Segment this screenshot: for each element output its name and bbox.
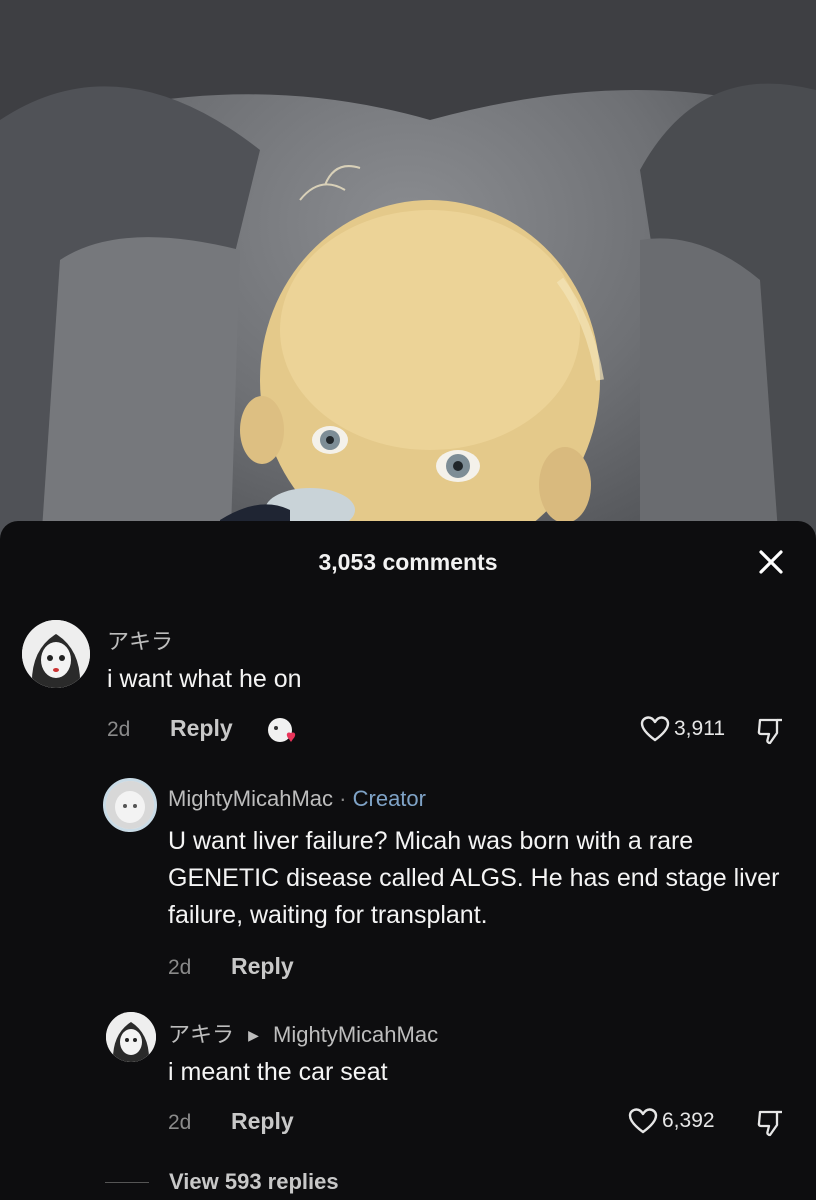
creator-badge: Creator: [352, 786, 426, 811]
comment-username-line: アキラ ▶ MightyMicahMac: [168, 1017, 438, 1049]
heart-outline-icon: [640, 716, 670, 742]
video-background: [0, 0, 816, 560]
reply-button[interactable]: Reply: [170, 715, 233, 742]
close-button[interactable]: [756, 547, 786, 577]
close-icon: [759, 550, 783, 574]
comment-age: 2d: [107, 718, 131, 741]
reply-button[interactable]: Reply: [231, 1108, 294, 1135]
anime-avatar-icon: [22, 620, 90, 688]
like-button[interactable]: 3,911: [640, 715, 725, 743]
reply-button[interactable]: Reply: [231, 953, 294, 980]
view-replies-button[interactable]: View 593 replies: [105, 1169, 339, 1195]
view-replies-label: View 593 replies: [169, 1169, 339, 1194]
anime-avatar-icon: [106, 1012, 156, 1062]
avatar[interactable]: [22, 620, 90, 688]
heart-outline-icon: [628, 1108, 658, 1134]
comment-count: 3,053 comments: [318, 549, 498, 575]
comment-age: 2d: [168, 1111, 192, 1134]
creator-avatar[interactable]: [103, 778, 157, 832]
comment-text: i meant the car seat: [168, 1058, 388, 1086]
comments-sheet: 3,053 comments アキラ i want what he on 2d …: [0, 521, 816, 1200]
comment-username[interactable]: MightyMicahMac: [168, 786, 333, 811]
divider-line: [105, 1181, 149, 1183]
avatar[interactable]: [106, 1012, 156, 1062]
comments-header: 3,053 comments: [0, 521, 816, 601]
thumbs-down-icon: [757, 718, 782, 745]
comment-text: U want liver failure? Micah was born wit…: [168, 827, 780, 929]
like-count: 6,392: [662, 1109, 715, 1132]
separator-dot: ·: [339, 786, 347, 811]
comment-username[interactable]: アキラ: [107, 624, 173, 656]
like-button[interactable]: 6,392: [628, 1107, 715, 1135]
reply-to-username[interactable]: MightyMicahMac: [273, 1022, 438, 1047]
comment-text: i want what he on: [107, 665, 302, 693]
thumbs-down-icon: [757, 1110, 782, 1137]
comment-age: 2d: [168, 956, 192, 979]
comment-username-line: MightyMicahMac · Creator: [168, 786, 426, 812]
dislike-button[interactable]: [755, 716, 785, 746]
comment-username[interactable]: アキラ: [168, 1022, 234, 1047]
video-frame-illustration: [0, 0, 816, 560]
like-count: 3,911: [674, 717, 725, 740]
sticker-heart-icon: [265, 715, 301, 747]
caret-right-icon: ▶: [248, 1027, 259, 1043]
dislike-button[interactable]: [755, 1108, 785, 1138]
baby-avatar-icon: [106, 781, 154, 829]
